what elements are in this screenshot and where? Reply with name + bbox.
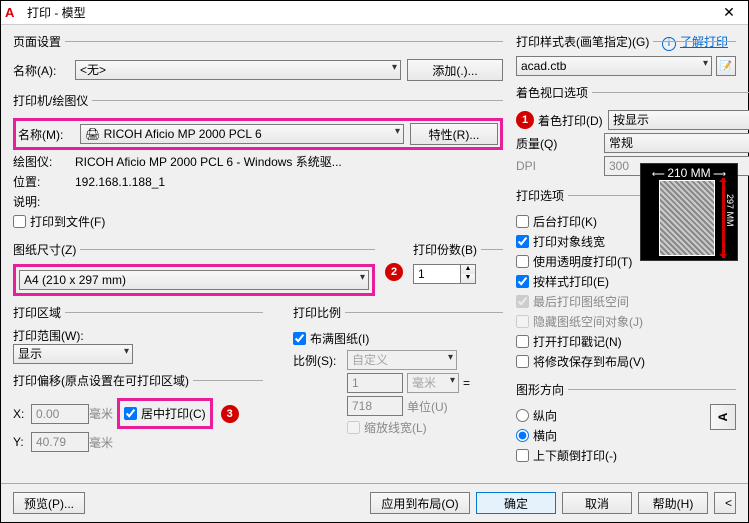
ratio-label: 比例(S): bbox=[293, 352, 347, 369]
shade-select[interactable]: 按显示 bbox=[608, 110, 749, 130]
close-icon[interactable]: ✕ bbox=[714, 4, 744, 21]
plotter-value: RICOH Aficio MP 2000 PCL 6 - Windows 系统驱… bbox=[75, 153, 342, 170]
marker-3: 3 bbox=[221, 405, 239, 423]
opt4-label: 按样式打印(E) bbox=[533, 273, 609, 290]
print-to-file-checkbox[interactable] bbox=[13, 215, 26, 228]
quality-label: 质量(Q) bbox=[516, 135, 604, 152]
landscape-label: 横向 bbox=[533, 427, 557, 444]
edit-style-icon[interactable]: 📝 bbox=[716, 56, 736, 76]
dpi-label: DPI bbox=[516, 159, 604, 173]
print-range-select[interactable]: 显示 bbox=[13, 344, 133, 364]
spinner-up[interactable]: ▲ bbox=[461, 265, 475, 274]
orientation-preview-icon: A bbox=[710, 404, 736, 430]
print-to-file-label: 打印到文件(F) bbox=[30, 213, 105, 230]
opt-stamp-checkbox[interactable] bbox=[516, 335, 529, 348]
upside-checkbox[interactable] bbox=[516, 449, 529, 462]
x-unit: 毫米 bbox=[89, 405, 117, 422]
style-table-legend: 打印样式表(画笔指定)(G) bbox=[516, 33, 653, 50]
paper-size-select[interactable]: A4 (210 x 297 mm) bbox=[19, 270, 369, 290]
fit-paper-checkbox[interactable] bbox=[293, 332, 306, 345]
opt-background-checkbox[interactable] bbox=[516, 215, 529, 228]
spinner-down[interactable]: ▼ bbox=[461, 274, 475, 283]
scale-num2 bbox=[347, 396, 403, 416]
opt3-label: 使用透明度打印(T) bbox=[533, 253, 632, 270]
x-input bbox=[31, 404, 89, 424]
unit-select: 毫米 bbox=[407, 373, 459, 393]
preview-button[interactable]: 预览(P)... bbox=[13, 492, 85, 514]
range-label: 打印范围(W): bbox=[13, 327, 263, 344]
help-button[interactable]: 帮助(H) bbox=[638, 492, 708, 514]
y-label: Y: bbox=[13, 435, 31, 449]
opt-hide-checkbox bbox=[516, 315, 529, 328]
viewport-legend: 着色视口选项 bbox=[516, 84, 592, 101]
scale-lineweight-checkbox bbox=[347, 421, 360, 434]
plotter-label: 绘图仪: bbox=[13, 153, 75, 170]
fit-paper-label: 布满图纸(I) bbox=[310, 330, 369, 347]
scale-num1 bbox=[347, 373, 403, 393]
printer-name-select[interactable]: 🖨 RICOH Aficio MP 2000 PCL 6 bbox=[80, 124, 404, 144]
opt-lineweight-checkbox[interactable] bbox=[516, 235, 529, 248]
center-print-label: 居中打印(C) bbox=[141, 405, 206, 422]
cancel-button[interactable]: 取消 bbox=[562, 492, 632, 514]
y-input bbox=[31, 432, 89, 452]
printer-name-label: 名称(M): bbox=[18, 126, 80, 143]
paper-size-legend: 图纸尺寸(Z) bbox=[13, 241, 80, 258]
position-label: 位置: bbox=[13, 173, 75, 190]
scale-legend: 打印比例 bbox=[293, 304, 345, 321]
name-label: 名称(A): bbox=[13, 62, 75, 79]
portrait-label: 纵向 bbox=[533, 407, 557, 424]
opt5-label: 最后打印图纸空间 bbox=[533, 293, 629, 310]
add-button[interactable]: 添加(.)... bbox=[407, 59, 503, 81]
y-unit: 毫米 bbox=[89, 434, 117, 451]
opt-save-checkbox[interactable] bbox=[516, 355, 529, 368]
properties-button[interactable]: 特性(R)... bbox=[410, 123, 498, 145]
unit-label: 单位(U) bbox=[407, 398, 448, 415]
opt8-label: 将修改保存到布局(V) bbox=[533, 353, 645, 370]
opt-bystyle-checkbox[interactable] bbox=[516, 275, 529, 288]
opt2-label: 打印对象线宽 bbox=[533, 233, 605, 250]
opt7-label: 打开打印戳记(N) bbox=[533, 333, 622, 350]
printer-legend: 打印机/绘图仪 bbox=[13, 92, 92, 109]
desc-label: 说明: bbox=[13, 193, 75, 210]
position-value: 192.168.1.188_1 bbox=[75, 175, 165, 189]
page-setup-name-select[interactable]: <无> bbox=[75, 60, 401, 80]
opt-transparency-checkbox[interactable] bbox=[516, 255, 529, 268]
page-setup-legend: 页面设置 bbox=[13, 33, 65, 50]
preview-height-label: 297 MM bbox=[725, 194, 735, 227]
scale-select: 自定义 bbox=[347, 350, 457, 370]
shade-label: 着色打印(D) bbox=[538, 112, 608, 129]
offset-legend: 打印偏移(原点设置在可打印区域) bbox=[13, 372, 193, 389]
paper-preview: ⟵ 210 MM ⟶ 297 MM bbox=[640, 163, 738, 261]
opt6-label: 隐藏图纸空间对象(J) bbox=[533, 313, 643, 330]
upside-label: 上下颠倒打印(-) bbox=[533, 447, 617, 464]
app-icon bbox=[5, 5, 21, 21]
marker-1: 1 bbox=[516, 111, 534, 129]
collapse-button[interactable]: < bbox=[714, 492, 736, 514]
portrait-radio[interactable] bbox=[516, 409, 529, 422]
marker-2: 2 bbox=[385, 263, 403, 281]
copies-legend: 打印份数(B) bbox=[413, 241, 481, 258]
options-legend: 打印选项 bbox=[516, 187, 568, 204]
print-area-legend: 打印区域 bbox=[13, 304, 65, 321]
opt1-label: 后台打印(K) bbox=[533, 213, 597, 230]
window-title: 打印 - 模型 bbox=[27, 4, 714, 21]
x-label: X: bbox=[13, 407, 31, 421]
copies-input[interactable] bbox=[413, 264, 461, 284]
center-print-checkbox[interactable] bbox=[124, 407, 137, 420]
apply-layout-button[interactable]: 应用到布局(O) bbox=[370, 492, 470, 514]
opt-paperspace-last-checkbox bbox=[516, 295, 529, 308]
landscape-radio[interactable] bbox=[516, 429, 529, 442]
orientation-legend: 图形方向 bbox=[516, 381, 568, 398]
ok-button[interactable]: 确定 bbox=[476, 492, 556, 514]
style-table-select[interactable]: acad.ctb bbox=[516, 56, 712, 76]
scale-lineweight-label: 缩放线宽(L) bbox=[364, 419, 427, 436]
quality-select[interactable]: 常规 bbox=[604, 133, 749, 153]
